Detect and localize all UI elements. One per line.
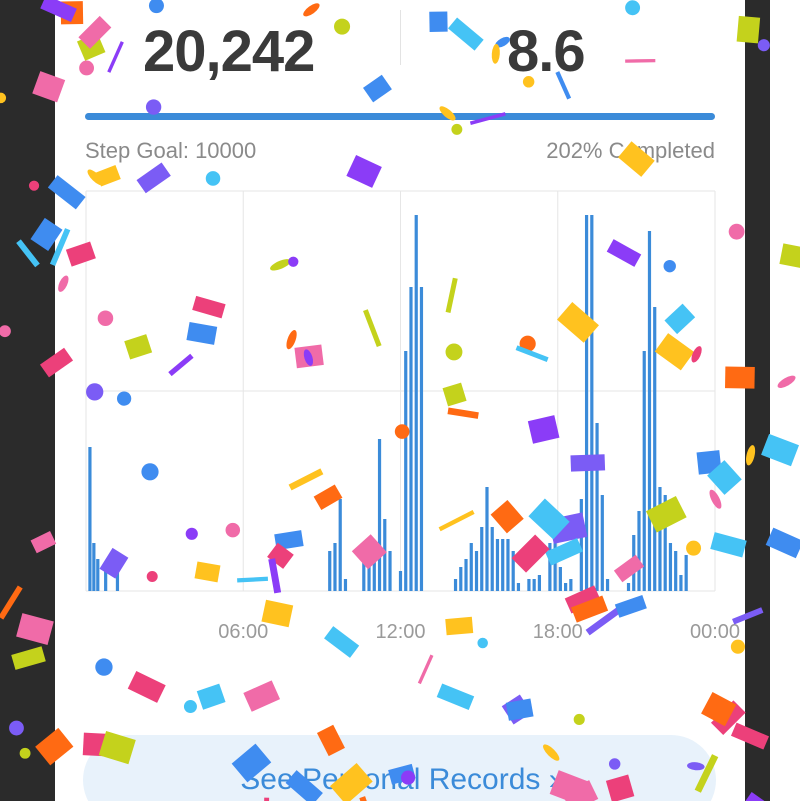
chart-bar <box>474 551 479 591</box>
chart-bar <box>333 543 337 591</box>
chart-bar <box>104 567 108 591</box>
chart-bar <box>92 543 96 591</box>
confetti-piece <box>0 585 23 620</box>
chart-bar <box>464 559 468 591</box>
confetti-piece <box>28 180 40 191</box>
chart-bar <box>527 579 531 591</box>
chart-bar <box>398 571 403 591</box>
chart-bar <box>569 579 573 591</box>
chart-bar <box>684 555 688 591</box>
chart-bar <box>511 551 515 591</box>
x-tick-label: 06:00 <box>218 621 268 643</box>
chart-bar <box>637 511 641 591</box>
chart-bar <box>409 287 413 591</box>
chart-bar <box>338 499 342 591</box>
chart-bar <box>501 539 505 591</box>
chart-bar <box>595 423 599 591</box>
chart-bar <box>626 583 631 591</box>
chart-bar <box>372 551 376 591</box>
chart-bar <box>537 575 542 591</box>
chart-bar <box>584 215 589 591</box>
confetti-piece <box>757 39 770 52</box>
x-tick-label: 18:00 <box>533 621 583 643</box>
chart-bar <box>388 551 392 591</box>
chart-bar <box>553 535 557 591</box>
chart-bar <box>679 575 683 591</box>
chart-bar <box>383 519 387 591</box>
chart-bar <box>362 547 366 591</box>
phone-card: 20,242 8.6 Step Goal: 10000 202% Complet… <box>55 0 745 801</box>
chart-bar <box>506 539 510 591</box>
confetti-piece <box>16 613 54 645</box>
chart-bar <box>96 559 100 591</box>
confetti-piece <box>16 239 40 268</box>
chart-bar <box>419 287 424 591</box>
confetti-piece <box>0 92 7 104</box>
chart-bar <box>459 567 463 591</box>
chart-bar <box>642 351 646 591</box>
chart-bar <box>605 579 610 591</box>
chart-bar <box>532 579 536 591</box>
confetti-piece <box>19 747 31 759</box>
neighbor-card-edge <box>770 0 800 801</box>
chart-bar <box>658 487 662 591</box>
chart-bar <box>414 215 418 591</box>
chart-bar <box>647 231 652 591</box>
chart-bar <box>367 547 371 591</box>
chart-bar <box>469 543 473 591</box>
chart-bar <box>674 551 678 591</box>
x-tick-label: 00:00 <box>690 621 740 643</box>
chart-bar <box>653 307 657 591</box>
confetti-piece <box>11 646 46 670</box>
chart-bar <box>590 215 594 591</box>
chart-bar <box>548 543 552 591</box>
chart-bar <box>495 539 500 591</box>
confetti-piece <box>9 720 24 736</box>
chart-bar <box>328 551 332 591</box>
chart-bar <box>558 567 562 591</box>
chart-bar <box>453 579 458 591</box>
chart-bar <box>632 535 636 591</box>
see-personal-records-button[interactable]: See Personal Records › <box>83 735 716 801</box>
chart-bar <box>600 495 604 591</box>
chart-bar <box>485 487 489 591</box>
chart-bar <box>115 571 120 591</box>
chart-bar <box>88 447 92 591</box>
chart-bar <box>480 527 484 591</box>
chart-bar <box>516 583 521 591</box>
hourly-steps-chart: 06:00 12:00 18:00 00:00 <box>85 190 740 643</box>
see-personal-records-label: See Personal Records › <box>240 763 559 796</box>
chart-bar <box>490 527 494 591</box>
confetti-piece <box>746 445 756 466</box>
chart-bar <box>579 499 583 591</box>
chart-bar <box>343 579 348 591</box>
chart-bar <box>564 583 568 591</box>
confetti-piece <box>30 531 57 554</box>
chart-bar <box>404 351 408 591</box>
x-tick-label: 12:00 <box>375 621 425 643</box>
chart-bar <box>668 543 673 591</box>
chart-bar <box>377 439 382 591</box>
chart-bar <box>663 495 667 591</box>
confetti-piece <box>0 325 11 338</box>
